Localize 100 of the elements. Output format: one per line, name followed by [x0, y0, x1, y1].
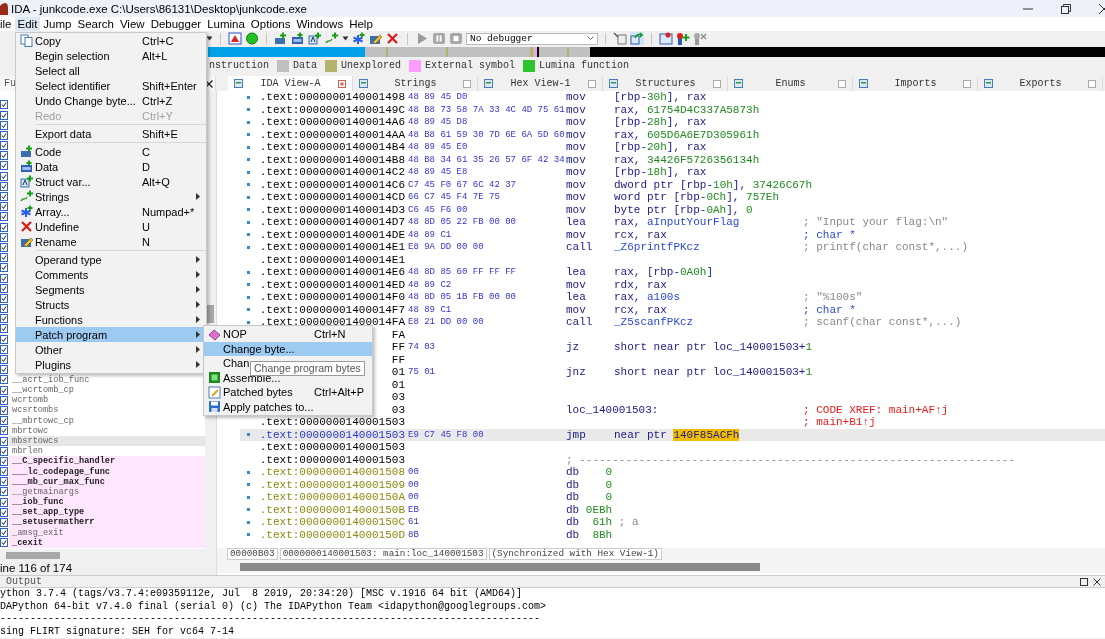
mnemonic: lea	[566, 266, 587, 279]
menu-item[interactable]: Edit	[14, 17, 41, 31]
menu-item[interactable]: Patch program	[16, 327, 206, 342]
operand-text: rcx, rax	[614, 228, 668, 241]
mnemonic: mov	[566, 278, 587, 291]
menu-item[interactable]: Patched bytes Ctrl+Alt+P	[204, 385, 372, 400]
selected-row[interactable]: .text:0000000140001503 E9 C7 45 F8 00 jmp near ptr 140F85ACFh	[240, 428, 1105, 441]
file-offset: 00000B03	[227, 548, 278, 560]
menu-item[interactable]: Debugger	[147, 17, 205, 31]
function-name[interactable]: __C_specific_handler	[9, 456, 205, 467]
menu-item[interactable]: Select all	[16, 63, 206, 78]
opcode-bytes: 48 89 45 D8	[407, 116, 469, 129]
address-text: .text:00000001400014D7	[259, 216, 405, 228]
mnemonic: mov	[566, 191, 587, 204]
menu-item[interactable]: Change byte...	[204, 341, 372, 356]
operand-text: _Z6printfPKcz	[614, 241, 701, 254]
mnemonic: lea	[566, 291, 587, 304]
menu-item[interactable]: Segments	[16, 282, 206, 297]
function-name[interactable]: mbsrtowcs	[9, 435, 205, 447]
menu-item[interactable]: Strings	[16, 189, 206, 204]
menu-item[interactable]: Copy Ctrl+C	[16, 33, 206, 48]
opcode-bytes: 00	[407, 491, 420, 504]
menu-item[interactable]: Data D	[16, 159, 206, 174]
operand-text: _Z5scanfPKcz	[614, 316, 695, 329]
operand-text: [rbp-30h], rax	[614, 91, 708, 104]
function-name[interactable]: ___lc_codepage_func	[9, 466, 205, 477]
menu-item[interactable]: Plugins	[16, 357, 206, 372]
menu-item[interactable]: Comments	[16, 267, 206, 282]
address-text: .text:000000014000150B	[259, 503, 405, 516]
menu-item[interactable]: Structs	[16, 297, 206, 312]
comment-text: ; a	[618, 516, 639, 529]
opcode-bytes: 00	[407, 466, 420, 479]
mnemonic: mov	[566, 91, 587, 104]
mnemonic: mov	[566, 128, 587, 141]
address-text: .text:00000001400014E1	[259, 253, 405, 266]
menu-item[interactable]: ile	[0, 17, 15, 31]
opcode-bytes: C7 45 F0 67 6C 42 37	[407, 178, 518, 191]
menu-item[interactable]: Rename N	[16, 234, 206, 249]
address-text: .text:00000001400014F0	[259, 291, 405, 303]
function-name[interactable]: ___mb_cur_max_func	[9, 476, 205, 487]
menu-item[interactable]: Help	[346, 17, 376, 31]
address-text: .text:00000001400014E6	[259, 266, 405, 278]
menu-item[interactable]: Other	[16, 342, 206, 357]
comment-text: ; "Input your flag:\n"	[803, 216, 949, 229]
function-name[interactable]: __getmainargs	[9, 486, 205, 498]
address-text: .text:0000000140001508	[259, 466, 405, 478]
menu-item[interactable]: NOP Ctrl+N	[204, 327, 372, 342]
mnemonic: jz	[566, 341, 581, 354]
menu-item[interactable]: Jump	[40, 17, 75, 31]
opcode-bytes: 48 B8 61 59 30 7D 6E 6A 5D 60	[407, 128, 566, 141]
address-text: .text:00000001400014C6	[259, 178, 405, 191]
menu-item[interactable]: Options	[247, 17, 294, 31]
legend-label: Data	[293, 60, 318, 71]
menu-item[interactable]: View	[116, 17, 148, 31]
mnemonic: db	[566, 503, 580, 516]
mnemonic: lea	[566, 216, 587, 229]
address-text: .text:000000014000150D	[259, 528, 405, 541]
menu-item[interactable]: Operand type	[16, 252, 206, 267]
menu-item[interactable]: Select identifier Shift+Enter	[16, 78, 206, 93]
menu-item[interactable]: Windows	[293, 17, 347, 31]
tab[interactable]: IDA View-A	[228, 76, 353, 91]
address-text: FA	[391, 328, 405, 341]
operand-text: rax, aInputYourFlag	[614, 216, 741, 229]
mnemonic: jnz	[566, 366, 587, 379]
function-name[interactable]: __iob_func	[9, 497, 205, 508]
address-text: .text:00000001400014CD	[259, 191, 405, 203]
function-name[interactable]: __setusermatherr	[9, 517, 205, 528]
operand-text: [rbp-20h], rax	[614, 141, 708, 154]
address-text: .text:0000000140001503	[259, 416, 405, 428]
menu-item[interactable]: Undo Change byte... Ctrl+Z	[16, 93, 206, 108]
function-name[interactable]: _amsg_exit	[9, 527, 205, 538]
menu-item[interactable]: Lumina	[204, 17, 248, 31]
menu-item[interactable]: Begin selection Alt+L	[16, 48, 206, 63]
opcode-bytes: 75 01	[407, 366, 436, 379]
menu-item[interactable]: Export data Shift+E	[16, 126, 206, 141]
address-text: .text:00000001400014DE	[259, 228, 405, 241]
menu-item[interactable]: Code C	[16, 144, 206, 159]
menu-item[interactable]: Apply patches to...	[204, 399, 372, 414]
function-name[interactable]: _cexit	[9, 537, 205, 548]
address-text: .text:00000001400014B4	[259, 141, 405, 153]
debugger-select[interactable]: No debugger	[466, 32, 598, 45]
mnemonic: mov	[566, 141, 587, 154]
legend-label: Lumina function	[539, 60, 630, 71]
address-text: .text:00000001400014AA	[259, 128, 405, 141]
mnemonic: call	[566, 241, 594, 254]
operand-text: 61h	[591, 516, 613, 529]
mnemonic: mov	[566, 303, 587, 316]
mnemonic: mov	[566, 166, 587, 179]
address-text: .text:00000001400014ED	[259, 278, 405, 291]
sync-status: (Synchronized with Hex View-1)	[488, 548, 662, 560]
address-text: .text:0000000140001503	[259, 453, 405, 466]
menu-item[interactable]: Functions	[16, 312, 206, 327]
panel-title: Fu	[4, 78, 16, 89]
function-name[interactable]: __set_app_type	[9, 507, 205, 518]
menu-item[interactable]: Search	[74, 17, 117, 31]
menu-item[interactable]: Struct var... Alt+Q	[16, 174, 206, 189]
menu-item[interactable]: Array... Numpad+*	[16, 204, 206, 219]
mnemonic: mov	[566, 228, 587, 241]
comment-text: ; scanf(char const*,...)	[803, 316, 962, 329]
menu-item[interactable]: Undefine U	[16, 219, 206, 234]
